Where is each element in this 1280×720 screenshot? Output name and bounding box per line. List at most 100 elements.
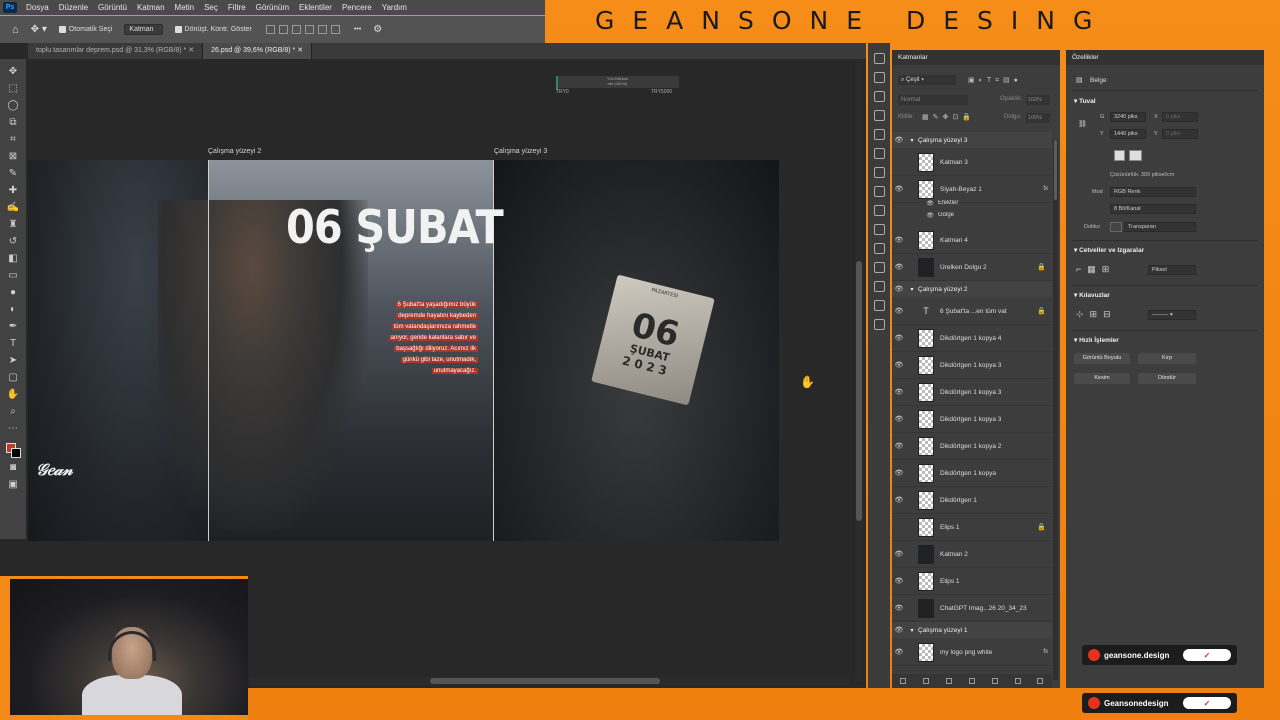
patterns-panel-icon[interactable] bbox=[873, 262, 885, 273]
layer-row[interactable]: 👁 Katman 2 bbox=[892, 541, 1052, 568]
blur-tool-icon[interactable]: ● bbox=[6, 286, 20, 299]
blend-mode-dropdown[interactable]: Normal bbox=[898, 95, 968, 105]
menu-filter[interactable]: Filtre bbox=[223, 3, 251, 12]
object-select-tool-icon[interactable]: ⧉ bbox=[6, 116, 20, 129]
glyphs-panel-icon[interactable] bbox=[873, 186, 885, 197]
rotate-button[interactable]: Döndür bbox=[1138, 373, 1196, 384]
libraries-panel-icon[interactable] bbox=[873, 300, 885, 311]
layers-scroll-thumb[interactable] bbox=[1054, 140, 1057, 200]
align-bottom-icon[interactable] bbox=[330, 25, 340, 34]
tab-document-2[interactable]: 26.psd @ 39,6% (RGB/8) * ✕ bbox=[203, 43, 313, 59]
history-panel-icon[interactable] bbox=[873, 53, 885, 64]
x-input[interactable]: 0 piks bbox=[1162, 112, 1198, 122]
layer-row[interactable]: 👁 Ürelken Dolgu 2 🔒 bbox=[892, 254, 1052, 281]
vertical-scroll-thumb[interactable] bbox=[856, 261, 862, 521]
layer-row[interactable]: 👁 T 6 Şubat'ta ...en tüm vat 🔒 bbox=[892, 298, 1052, 325]
brush-panel-icon[interactable] bbox=[873, 91, 885, 102]
eye-icon[interactable]: 👁 bbox=[892, 550, 906, 558]
layer-row[interactable]: Katman 3 bbox=[892, 149, 1052, 176]
link-layers-icon[interactable] bbox=[900, 678, 907, 684]
layer-row[interactable]: 👁 Dikdörtgen 1 bbox=[892, 487, 1052, 514]
document-canvas[interactable]: 06 ŞUBAT 6 Şubat'ta yaşadığımız büyük de… bbox=[28, 160, 779, 541]
menu-image[interactable]: Görüntü bbox=[93, 3, 132, 12]
rulers-section-title[interactable]: ▾ Cetveller ve Izgaralar bbox=[1074, 246, 1144, 254]
move-tool-icon[interactable]: ✥ bbox=[6, 65, 20, 78]
more-options-button[interactable]: ••• bbox=[350, 23, 365, 37]
eraser-tool-icon[interactable]: ◧ bbox=[6, 252, 20, 265]
color-swatches[interactable] bbox=[6, 443, 21, 458]
3d-panel-icon[interactable] bbox=[873, 205, 885, 216]
auto-select-target-dropdown[interactable]: Katman bbox=[124, 24, 163, 35]
eye-icon[interactable]: 👁 bbox=[892, 136, 906, 144]
align-left-icon[interactable] bbox=[265, 25, 275, 34]
y-input[interactable]: 0 piks bbox=[1162, 129, 1198, 139]
zoom-tool-icon[interactable]: ⌕ bbox=[6, 405, 20, 418]
align-vcenter-icon[interactable] bbox=[317, 25, 327, 34]
type-tool-icon[interactable]: T bbox=[6, 337, 20, 350]
menu-layer[interactable]: Katman bbox=[132, 3, 170, 12]
crop-button[interactable]: Kırp bbox=[1138, 353, 1196, 364]
info-panel-icon[interactable] bbox=[873, 319, 885, 330]
link-dimensions-icon[interactable]: ⛓ bbox=[1078, 120, 1087, 128]
eyedropper-tool-icon[interactable]: ✎ bbox=[6, 167, 20, 180]
quick-actions-section-title[interactable]: ▾ Hızlı İşlemler bbox=[1074, 336, 1119, 344]
brush-tool-icon[interactable]: ✍ bbox=[6, 201, 20, 214]
comments-panel-icon[interactable] bbox=[873, 72, 885, 83]
chevron-down-icon[interactable]: ▾ bbox=[906, 286, 918, 293]
layer-filter-icons[interactable]: ▣◐T⌗▤● bbox=[968, 76, 1022, 85]
menu-edit[interactable]: Düzenle bbox=[54, 3, 93, 12]
layer-filter-dropdown[interactable]: ⌕ Çeşit ▾ bbox=[898, 75, 956, 85]
menu-window[interactable]: Pencere bbox=[337, 3, 377, 12]
layer-row[interactable]: 👁 Dikdörtgen 1 kopya 3 bbox=[892, 352, 1052, 379]
menu-plugins[interactable]: Eklentiler bbox=[294, 3, 337, 12]
eye-icon[interactable]: 👁 bbox=[892, 307, 906, 315]
layer-row[interactable]: 👁 Dikdörtgen 1 kopya 2 bbox=[892, 433, 1052, 460]
eye-icon[interactable]: 👁 bbox=[892, 185, 906, 193]
layer-row[interactable]: 👁 Dikdörtgen 1 kopya 4 bbox=[892, 325, 1052, 352]
eye-icon[interactable]: 👁 bbox=[892, 496, 906, 504]
align-right-icon[interactable] bbox=[291, 25, 301, 34]
menu-help[interactable]: Yardım bbox=[377, 3, 412, 12]
marquee-tool-icon[interactable]: ⬚ bbox=[6, 82, 20, 95]
delete-layer-icon[interactable] bbox=[1037, 678, 1044, 684]
swatches-panel-icon[interactable] bbox=[873, 224, 885, 235]
align-hcenter-icon[interactable] bbox=[278, 25, 288, 34]
eye-icon[interactable]: 👁 bbox=[892, 388, 906, 396]
artboard-3-label[interactable]: Çalışma yüzeyi 3 bbox=[494, 148, 547, 155]
dodge-tool-icon[interactable]: ◐ bbox=[6, 303, 20, 316]
layer-row[interactable]: 👁 my logo png white fx bbox=[892, 639, 1052, 666]
add-style-icon[interactable] bbox=[923, 678, 930, 684]
canvas-section-title[interactable]: ▾ Tuval bbox=[1074, 97, 1096, 105]
adjustment-layer-icon[interactable] bbox=[968, 678, 975, 684]
character-panel-icon[interactable] bbox=[873, 129, 885, 140]
eye-icon[interactable]: 👁 bbox=[892, 200, 938, 207]
eye-icon[interactable]: 👁 bbox=[892, 626, 906, 634]
settings-gear-icon[interactable]: ⚙ bbox=[369, 23, 386, 37]
lock-icons[interactable]: ▦✎✥⊡🔒 bbox=[922, 113, 975, 121]
eye-icon[interactable]: 👁 bbox=[892, 442, 906, 450]
layer-effects[interactable]: 👁 Efektler bbox=[892, 197, 1052, 209]
path-select-tool-icon[interactable]: ➤ bbox=[6, 354, 20, 367]
eye-icon[interactable]: 👁 bbox=[892, 415, 906, 423]
auto-select-checkbox[interactable]: Otomatik Seçi bbox=[55, 23, 117, 37]
eye-icon[interactable]: 👁 bbox=[892, 604, 906, 612]
menu-view[interactable]: Görünüm bbox=[251, 3, 294, 12]
layers-scrollbar[interactable] bbox=[1053, 140, 1058, 680]
eye-icon[interactable]: 👁 bbox=[892, 212, 938, 219]
layer-group[interactable]: 👁 ▾ Çalışma yüzeyi 2 bbox=[892, 281, 1052, 297]
menu-type[interactable]: Metin bbox=[170, 3, 200, 12]
fill-input[interactable]: 100% bbox=[1026, 113, 1050, 123]
home-icon[interactable]: ⌂ bbox=[8, 23, 23, 37]
layer-row[interactable]: 👁 Dikdörtgen 1 kopya bbox=[892, 460, 1052, 487]
crop-tool-icon[interactable]: ⌗ bbox=[6, 133, 20, 146]
lasso-tool-icon[interactable]: ◯ bbox=[6, 99, 20, 112]
landscape-orientation-icon[interactable] bbox=[1129, 150, 1142, 161]
gradients-panel-icon[interactable] bbox=[873, 243, 885, 254]
new-layer-icon[interactable] bbox=[1014, 678, 1021, 684]
shape-tool-icon[interactable]: ▢ bbox=[6, 371, 20, 384]
show-transform-checkbox[interactable]: Dönüşt. Kontr. Göster bbox=[171, 23, 256, 37]
properties-panel-title[interactable]: Özellikler bbox=[1066, 50, 1264, 65]
quick-mask-icon[interactable]: ◙ bbox=[6, 461, 20, 474]
height-input[interactable]: 1440 piks bbox=[1110, 129, 1146, 139]
history-brush-icon[interactable]: ↺ bbox=[6, 235, 20, 248]
